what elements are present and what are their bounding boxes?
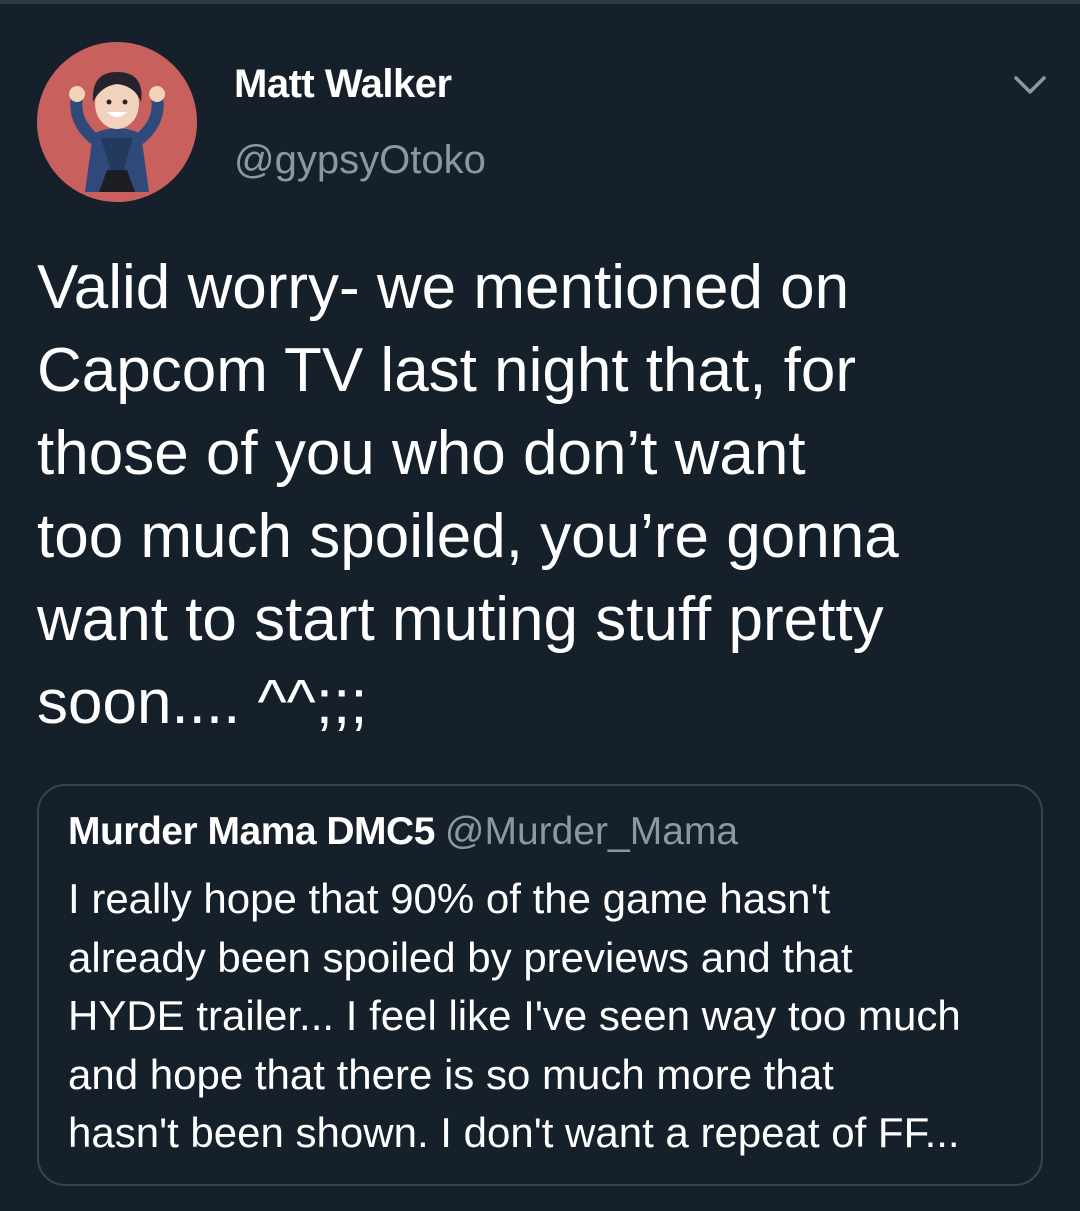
quoted-tweet-text: I really hope that 90% of the game hasn'… xyxy=(68,875,961,1156)
tweet-text: Valid worry- we mentioned on Capcom TV l… xyxy=(37,253,899,737)
author-handle[interactable]: @gypsyOtoko xyxy=(234,138,486,183)
quoted-tweet-header: Murder Mama DMC5 @Murder_Mama xyxy=(68,810,738,854)
quoted-author-handle: @Murder_Mama xyxy=(444,810,739,853)
tweet[interactable]: Matt Walker @gypsyOtoko Valid worry- we … xyxy=(0,0,1080,1211)
quoted-author-name: Murder Mama DMC5 xyxy=(68,810,435,853)
author-name[interactable]: Matt Walker xyxy=(234,62,452,107)
avatar-illustration xyxy=(37,42,197,202)
quoted-tweet[interactable]: Murder Mama DMC5 @Murder_Mama I really ho… xyxy=(37,784,1043,1186)
avatar[interactable] xyxy=(37,42,197,202)
chevron-down-icon[interactable] xyxy=(1010,70,1050,100)
